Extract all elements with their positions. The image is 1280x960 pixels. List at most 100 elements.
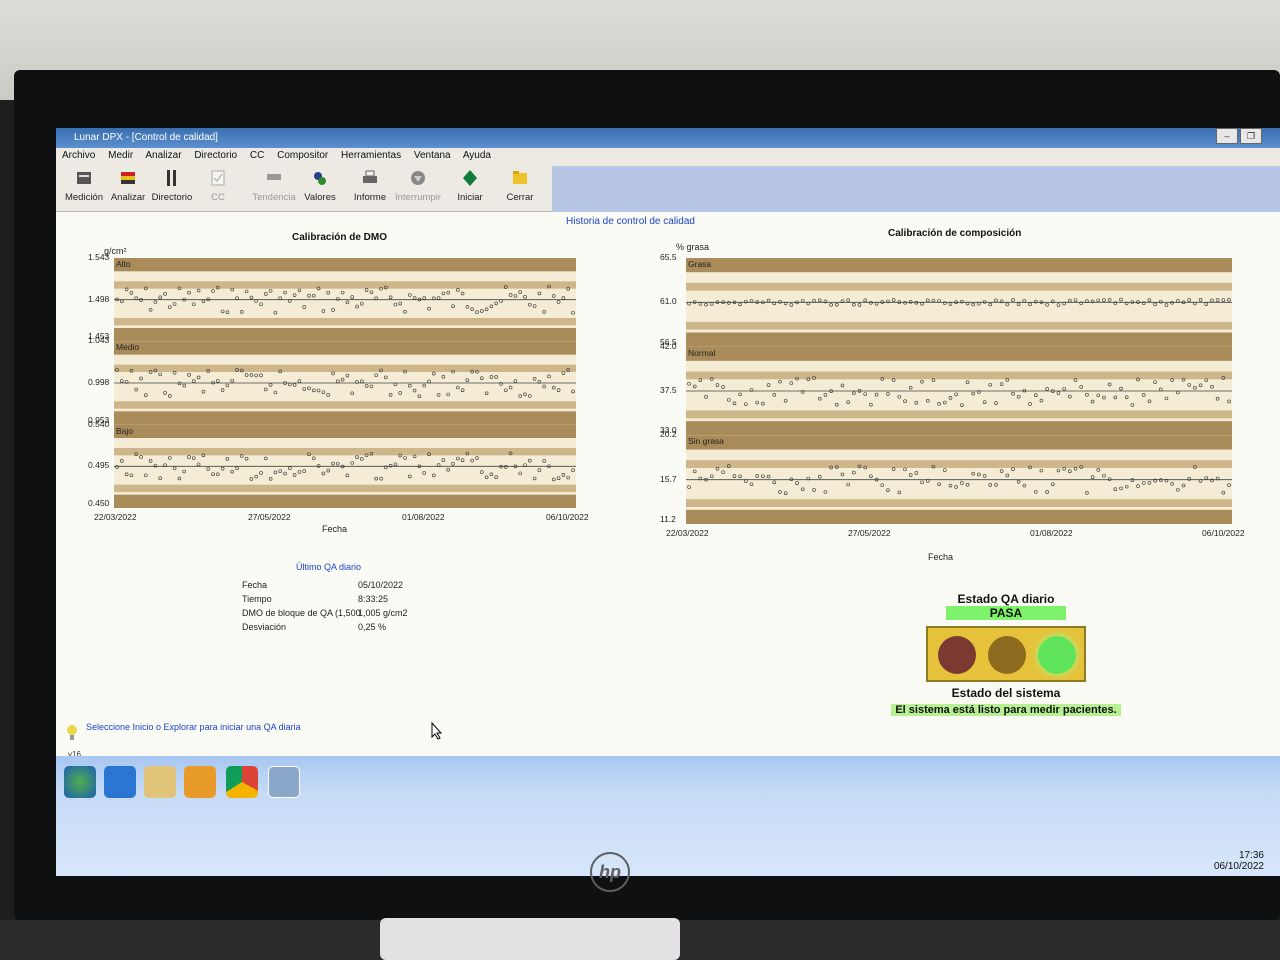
close-folder-icon	[513, 171, 527, 184]
lower-limit-band	[114, 411, 576, 425]
dmo-chart-title: Calibración de DMO	[292, 232, 388, 243]
title-bar: Lunar DPX - [Control de calidad] – ❐	[56, 128, 1280, 148]
warning-band	[114, 318, 576, 326]
menu-archivo[interactable]: Archivo	[62, 150, 95, 161]
x-tick-label: 22/03/2022	[666, 528, 709, 538]
band-label: Grasa	[688, 259, 712, 269]
system-status-panel: Estado QA diario PASA Estado del sistema…	[836, 592, 1176, 718]
green-lamp-icon	[1038, 636, 1076, 674]
upper-limit-band	[114, 424, 576, 438]
y-tick-label: 0.450	[88, 498, 110, 508]
warning-band	[114, 401, 576, 409]
toolbar-label: Cerrar	[506, 192, 534, 203]
lower-limit-band	[686, 332, 1232, 347]
explorer-icon[interactable]	[144, 766, 176, 798]
toolbar-informe-button[interactable]: Informe	[346, 168, 394, 203]
toolbar-cerrar-button[interactable]: Cerrar	[496, 168, 544, 203]
last-qa-heading: Último QA diario	[296, 562, 362, 572]
x-tick-label: 22/03/2022	[94, 512, 137, 522]
menu-analizar[interactable]: Analizar	[145, 150, 181, 161]
last-qa-time-value: 8:33:25	[358, 594, 389, 604]
last-qa-date-value: 05/10/2022	[358, 580, 404, 590]
status-hint: Seleccione Inicio o Explorar para inicia…	[86, 722, 301, 732]
qc-content: Historia de control de calidad Calibraci…	[56, 212, 1280, 782]
clock-time[interactable]: 17:36	[1214, 850, 1264, 861]
lightbulb-icon	[67, 725, 77, 740]
upper-limit-band	[114, 258, 576, 272]
menu-medir[interactable]: Medir	[108, 150, 133, 161]
band-label: Normal	[688, 347, 716, 358]
last-qa-bmd-value: 1,005 g/cm2	[358, 608, 408, 618]
toolbar-cc-button[interactable]: CC	[194, 168, 242, 203]
warning-band	[686, 460, 1232, 468]
screen: Lunar DPX - [Control de calidad] – ❐ Arc…	[56, 128, 1280, 876]
system-tray: 17:36 06/10/2022	[1214, 850, 1264, 872]
stop-icon	[411, 171, 425, 185]
mouse-cursor-icon	[431, 722, 443, 740]
toolbar-iniciar-button[interactable]: Iniciar	[446, 168, 494, 203]
hp-logo: hp	[590, 852, 630, 892]
y-tick-label: 1.543	[88, 252, 110, 262]
upper-limit-band	[686, 435, 1232, 450]
x-tick-label: 06/10/2022	[1202, 528, 1245, 538]
y-tick-label: 1.498	[88, 293, 110, 304]
last-qa-deviation-label: Desviación	[242, 622, 287, 632]
y-tick-label: 1.043	[88, 335, 110, 346]
last-qa-bmd-label: DMO de bloque de QA (1,500	[242, 608, 361, 618]
y-tick-label: 0.540	[88, 418, 110, 429]
ie-icon[interactable]	[104, 766, 136, 798]
band-label: Medio	[116, 342, 140, 353]
media-player-icon[interactable]	[184, 766, 216, 798]
system-state-label: Estado del sistema	[951, 686, 1061, 700]
menu-compositor[interactable]: Compositor	[277, 150, 328, 161]
window-title: Lunar DPX - [Control de calidad]	[74, 132, 218, 143]
start-orb-icon[interactable]	[64, 766, 96, 798]
y-tick-label: 0.998	[88, 377, 110, 387]
warning-band	[114, 448, 576, 456]
qc-icon	[211, 170, 225, 186]
menu-herramientas[interactable]: Herramientas	[341, 150, 401, 161]
dmo-x-axis-label: Fecha	[322, 524, 348, 534]
warning-band	[686, 282, 1232, 291]
upper-limit-band	[114, 341, 576, 355]
toolbar-label: Informe	[353, 192, 387, 203]
menu-ventana[interactable]: Ventana	[414, 150, 451, 161]
toolbar-valores-button[interactable]: Valores	[296, 168, 344, 203]
y-tick-label: 0.495	[88, 460, 110, 471]
minimize-button[interactable]: –	[1216, 128, 1238, 144]
restore-button[interactable]: ❐	[1240, 128, 1262, 144]
qa-state-badge: PASA	[946, 606, 1066, 620]
lower-limit-band	[114, 494, 576, 508]
toolbar-label: Tendencia	[252, 192, 296, 203]
y-tick-label: 15.7	[660, 473, 677, 484]
composition-calibration-chart	[686, 258, 1232, 524]
toolbar-tendencia-button[interactable]: Tendencia	[250, 168, 298, 203]
dmo-calibration-chart	[114, 258, 576, 508]
menu-directorio[interactable]: Directorio	[194, 150, 237, 161]
toolbar-label: CC	[211, 192, 225, 203]
band-label: Sin grasa	[688, 436, 724, 447]
menu-cc[interactable]: CC	[250, 150, 264, 161]
x-tick-label: 01/08/2022	[1030, 528, 1073, 538]
toolbar-directorio-button[interactable]: Directorio	[148, 168, 196, 203]
composition-chart-title: Calibración de composición	[888, 228, 1022, 239]
menu-ayuda[interactable]: Ayuda	[463, 150, 491, 161]
menu-bar: Archivo Medir Analizar Directorio CC Com…	[56, 148, 1280, 166]
toolbar-analizar-button[interactable]: Analizar	[104, 168, 152, 203]
chrome-icon[interactable]	[226, 766, 258, 798]
qa-state-label: Estado QA diario	[957, 592, 1055, 606]
toolbar-interrumpir-button[interactable]: Interrumpir	[394, 168, 442, 203]
warning-band	[686, 410, 1232, 419]
warning-band	[686, 499, 1232, 507]
y-tick-label: 61.0	[660, 296, 677, 307]
toolbar-medicion-button[interactable]: Medición	[60, 168, 108, 203]
band-label: Alto	[116, 259, 131, 269]
warning-band	[686, 321, 1232, 330]
warning-band	[686, 371, 1232, 380]
y-tick-label: 20.2	[660, 429, 677, 440]
y-tick-label: 37.5	[660, 385, 677, 395]
clock-date[interactable]: 06/10/2022	[1214, 861, 1264, 872]
printer-icon	[363, 170, 377, 183]
toolbar-label: Interrumpir	[395, 192, 441, 203]
lunar-app-icon[interactable]	[268, 766, 300, 798]
